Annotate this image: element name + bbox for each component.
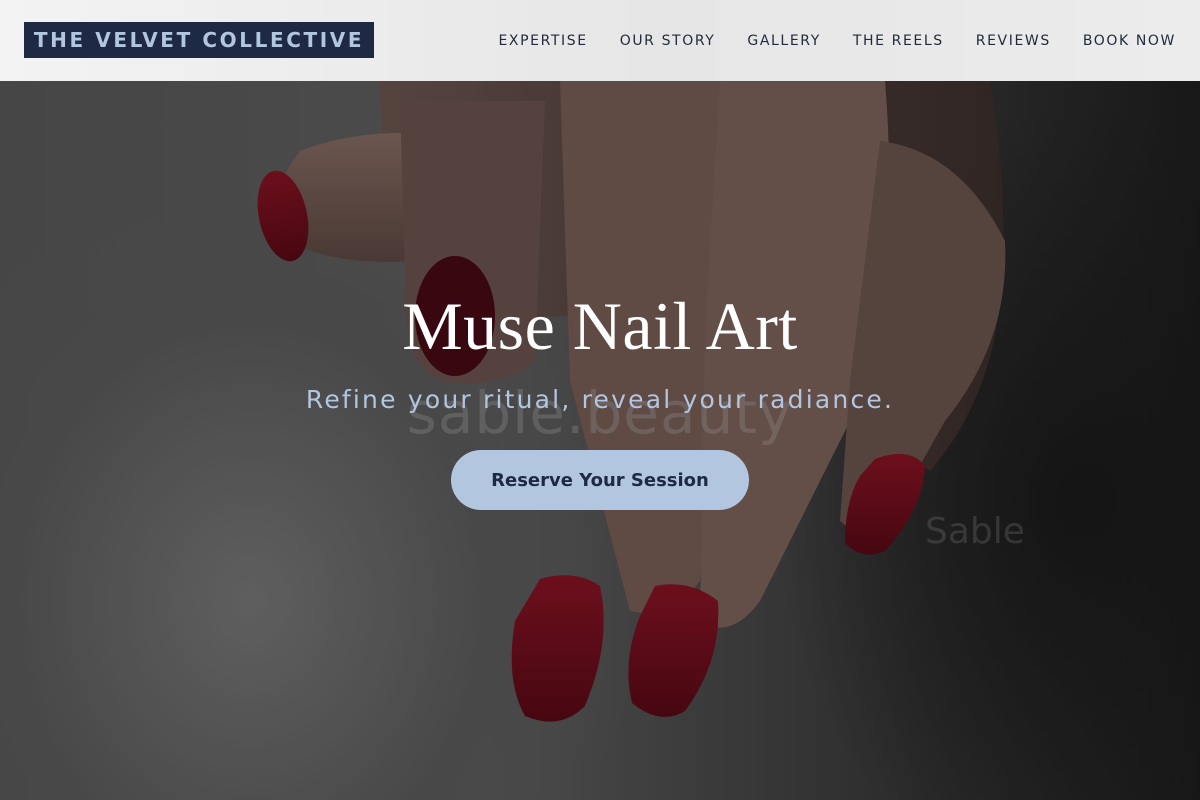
watermark-text-small: Sable: [925, 511, 1025, 552]
nav-item-reviews[interactable]: REVIEWS: [976, 33, 1051, 49]
nav-item-our-story[interactable]: OUR STORY: [620, 33, 716, 49]
reserve-session-button[interactable]: Reserve Your Session: [451, 450, 749, 510]
nav-item-book-now[interactable]: BOOK NOW: [1083, 33, 1176, 49]
brand-name: THE VELVET COLLECTIVE: [33, 28, 365, 52]
nav-item-gallery[interactable]: GALLERY: [747, 33, 820, 49]
site-header: THE VELVET COLLECTIVE EXPERTISE OUR STOR…: [0, 0, 1200, 81]
brand-logo[interactable]: THE VELVET COLLECTIVE: [24, 22, 374, 58]
nav-item-expertise[interactable]: EXPERTISE: [498, 33, 587, 49]
hero-section: sable.beauty Sable Muse Nail Art Refine …: [0, 81, 1200, 800]
nav-item-the-reels[interactable]: THE REELS: [853, 33, 944, 49]
hero-subtitle: Refine your ritual, reveal your radiance…: [305, 385, 895, 414]
main-nav: EXPERTISE OUR STORY GALLERY THE REELS RE…: [498, 0, 1176, 81]
hero-title: Muse Nail Art: [402, 288, 798, 364]
